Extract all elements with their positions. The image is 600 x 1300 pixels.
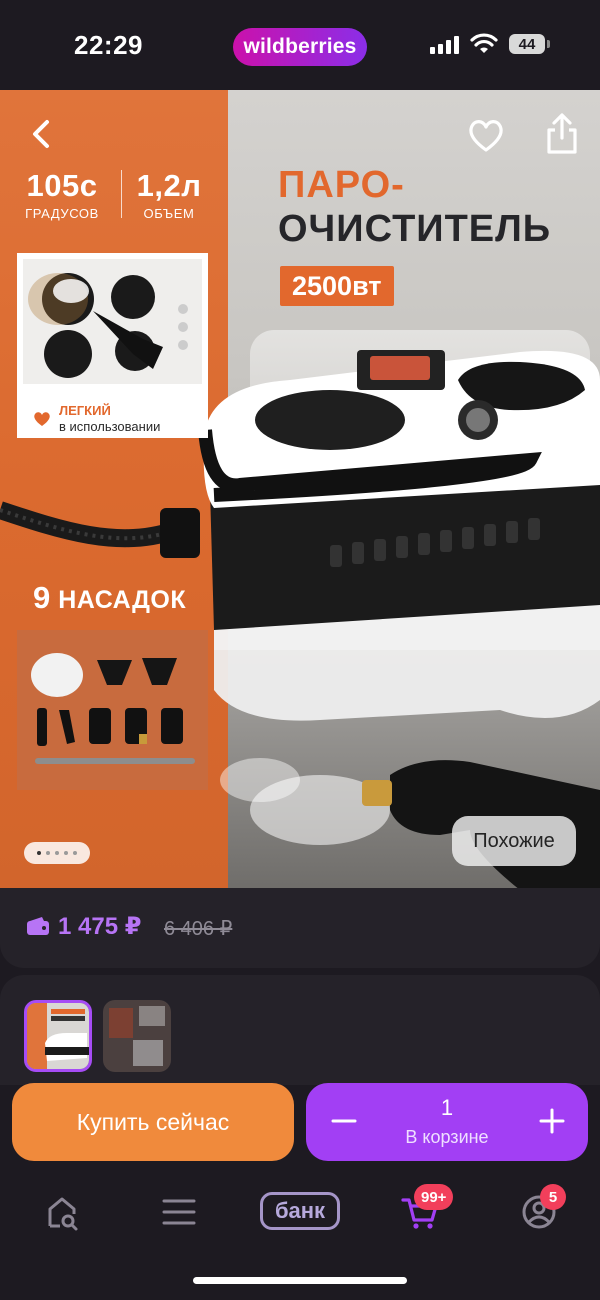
carousel-dot — [64, 851, 68, 855]
attachments-heading: 9 НАСАДОК — [33, 580, 186, 616]
home-search-icon — [48, 1197, 78, 1231]
spec-volume: 1,2л ОБЪЕМ — [134, 168, 204, 221]
spec-temperature-label: ГРАДУСОВ — [25, 206, 99, 221]
spec-volume-value: 1,2л — [136, 168, 202, 203]
nav-home[interactable] — [38, 1188, 86, 1236]
status-bar: 22:29 wildberries 44 — [0, 0, 600, 90]
buy-now-button[interactable]: Купить сейчас — [12, 1083, 294, 1161]
signal-icon — [430, 36, 459, 54]
feature-caption-bold: ЛЕГКИЙ — [59, 403, 111, 418]
old-price: 6 406 ₽ — [164, 918, 233, 940]
similar-products-button[interactable]: Похожие — [452, 816, 576, 866]
carousel-dots — [24, 842, 90, 864]
heart-small-icon — [34, 412, 50, 426]
attachments-card — [17, 630, 208, 790]
carousel-dot — [73, 851, 77, 855]
attachments-illustration — [31, 653, 195, 764]
spec-volume-label: ОБЪЕМ — [143, 206, 195, 221]
menu-icon — [162, 1199, 196, 1225]
heart-icon[interactable] — [466, 116, 506, 154]
plus-icon[interactable] — [538, 1107, 566, 1135]
wallet-icon — [27, 917, 49, 935]
feature-caption: ЛЕГКИЙ в использовании — [59, 403, 160, 435]
product-title-line1: ПАРО- — [278, 164, 405, 206]
bottom-navigation: банк 99+ 5 — [0, 1172, 600, 1252]
app-brand-pill: wildberries — [233, 28, 367, 66]
status-time: 22:29 — [74, 30, 143, 60]
spec-divider — [121, 170, 122, 218]
power-badge: 2500вт — [280, 266, 394, 306]
nav-catalog[interactable] — [155, 1188, 203, 1236]
carousel-dot — [55, 851, 59, 855]
home-indicator — [193, 1277, 407, 1284]
stove-photo — [23, 259, 202, 384]
thumbnail-strip — [0, 975, 600, 1085]
product-title-line2: ОЧИСТИТЕЛЬ — [278, 208, 552, 250]
chevron-left-icon[interactable] — [22, 114, 62, 154]
cart-badge: 99+ — [414, 1184, 454, 1210]
carousel-dot — [46, 851, 50, 855]
profile-badge: 5 — [540, 1184, 566, 1210]
attachments-count: 9 — [33, 580, 51, 615]
cart-quantity-control: 1 В корзине — [306, 1083, 588, 1161]
thumbnail-1[interactable] — [24, 1000, 92, 1072]
wifi-icon — [470, 33, 498, 53]
spec-temperature-value: 105с — [26, 168, 98, 203]
share-icon[interactable] — [543, 112, 581, 156]
thumbnail-2[interactable] — [103, 1000, 171, 1072]
nav-bank[interactable]: банк — [260, 1192, 340, 1230]
feature-card-easy-use: ЛЕГКИЙ в использовании — [17, 253, 208, 438]
attachments-label: НАСАДОК — [58, 586, 187, 614]
current-price: 1 475 ₽ — [58, 913, 142, 940]
battery-indicator: 44 — [509, 34, 550, 54]
price-block: 1 475 ₽ 6 406 ₽ — [0, 888, 600, 968]
carousel-dot — [37, 851, 41, 855]
feature-caption-text: в использовании — [59, 419, 161, 434]
spec-temperature: 105с ГРАДУСОВ — [20, 168, 104, 221]
product-image-carousel[interactable]: 105с ГРАДУСОВ 1,2л ОБЪЕМ ПАРО- ОЧИСТИТЕЛ… — [0, 90, 600, 890]
